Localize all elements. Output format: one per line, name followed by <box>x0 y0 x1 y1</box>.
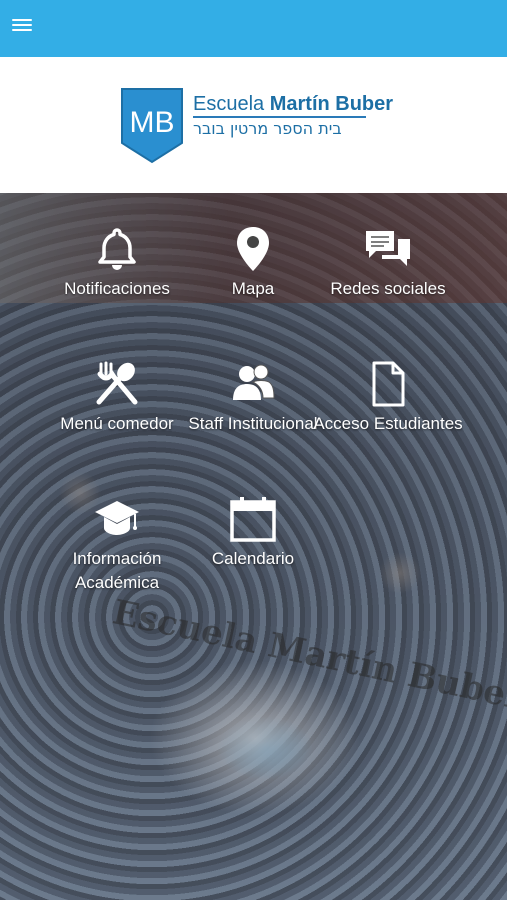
school-crest-icon: MB <box>121 88 183 164</box>
top-app-bar <box>0 0 507 57</box>
logo-divider <box>193 116 366 118</box>
crest-letters: MB <box>130 106 175 139</box>
fork-spoon-icon <box>96 361 138 405</box>
school-logo-banner: MB Escuela Martín Buber בית הספר מרטין ב… <box>0 57 507 193</box>
menu-item-acceso-estudiantes[interactable]: Acceso Estudiantes <box>303 360 473 436</box>
bell-icon <box>98 228 136 270</box>
school-name-hebrew: בית הספר מרטין בובר <box>193 119 342 138</box>
document-icon <box>372 361 405 407</box>
map-pin-icon <box>237 227 269 271</box>
menu-item-label: Redes sociales <box>330 279 446 298</box>
calendar-icon <box>230 497 276 542</box>
school-name-prefix: Escuela <box>193 93 265 115</box>
graduation-cap-icon <box>95 501 139 535</box>
hamburger-menu-icon[interactable] <box>10 16 34 38</box>
chat-bubbles-icon <box>366 231 410 266</box>
people-icon <box>233 364 275 400</box>
menu-item-calendario[interactable]: Calendario <box>168 495 338 571</box>
menu-item-label: Acceso Estudiantes <box>313 414 463 433</box>
school-name: Escuela Martín Buber <box>193 93 393 116</box>
menu-item-redes-sociales[interactable]: Redes sociales <box>303 225 473 301</box>
school-name-main: Martín Buber <box>269 93 394 115</box>
menu-item-label: Calendario <box>211 549 295 568</box>
